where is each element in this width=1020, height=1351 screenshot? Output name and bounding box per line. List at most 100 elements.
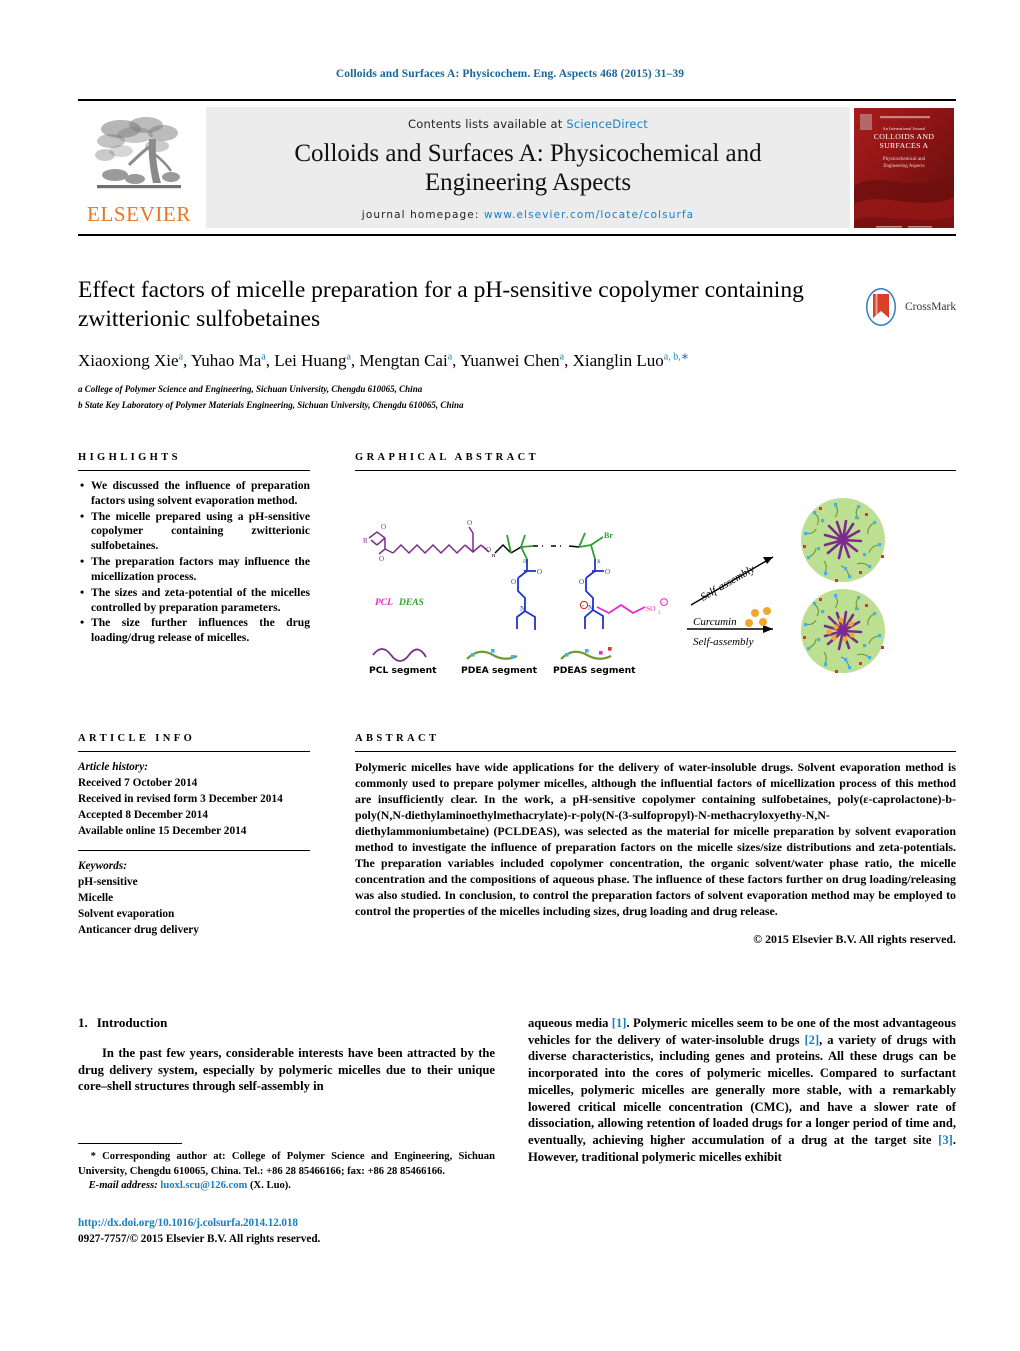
running-head: Colloids and Surfaces A: Physicochem. En…	[335, 68, 685, 80]
crossmark-badge[interactable]: CrossMark	[862, 288, 960, 326]
legend-pdea-dot-2	[491, 649, 495, 653]
highlights-section: HIGHLIGHTS We discussed the influence of…	[78, 452, 310, 647]
abstract-text: Polymeric micelles have wide application…	[355, 760, 956, 918]
list-item: The preparation factors may influence th…	[78, 554, 310, 585]
homepage-label: journal homepage:	[361, 209, 480, 221]
affil-marker: a	[178, 351, 184, 363]
article-history-label: Article history:	[78, 761, 148, 773]
label-N-2: N	[588, 603, 594, 612]
svg-text:An International Journal: An International Journal	[883, 126, 927, 131]
email-label: E-mail address:	[88, 1180, 158, 1192]
text-run: aqueous media	[528, 1016, 612, 1030]
doi-link[interactable]: http://dx.doi.org/10.1016/j.colsurfa.201…	[78, 1217, 298, 1229]
legend-pcl-squiggle	[372, 648, 427, 662]
author-4: Mengtan Caia	[359, 351, 453, 371]
legend-pdeas-dot-4	[608, 647, 612, 651]
journal-homepage-line: journal homepage: www.elsevier.com/locat…	[362, 209, 694, 221]
graphical-abstract-section: GRAPHICAL ABSTRACT R O O O O n m x Br O …	[355, 452, 956, 681]
text-run: , a variety of drugs with diverse charac…	[528, 1032, 956, 1148]
keyword-item: Micelle	[78, 892, 114, 905]
abstract-heading: ABSTRACT	[355, 733, 440, 744]
citation-ref-2[interactable]: [2]	[804, 1033, 819, 1047]
elsevier-wordmark: ELSEVIER	[87, 202, 191, 226]
keywords-block: Keywords: pH-sensitive Micelle Solvent e…	[78, 858, 310, 938]
affiliation-b: b State Key Laboratory of Polymer Materi…	[78, 400, 464, 411]
abstract-section: ABSTRACT Polymeric micelles have wide ap…	[355, 733, 956, 947]
issn-copyright-line: 0927-7757/© 2015 Elsevier B.V. All right…	[78, 1233, 321, 1245]
list-item: We discussed the influence of preparatio…	[78, 478, 310, 509]
label-SO3: SO	[646, 604, 656, 613]
crossmark-label: CrossMark	[905, 301, 957, 313]
copyright-line: © 2015 Elsevier B.V. All rights reserved…	[753, 931, 956, 946]
affiliation-a: a College of Polymer Science and Enginee…	[78, 384, 423, 395]
legend-pdeas-dot-1	[565, 653, 569, 657]
author-list: Xiaoxiong Xiea, Yuhao Maa, Lei Huanga, M…	[78, 351, 690, 371]
page-title: Effect factors of micelle preparation fo…	[78, 277, 804, 333]
label-ester-O-1: O	[511, 578, 516, 586]
footnote-corresponding: Corresponding author at: College of Poly…	[78, 1151, 495, 1177]
elsevier-tree-icon	[95, 117, 181, 189]
footnote-rule	[78, 1143, 182, 1144]
affil-marker: a	[559, 351, 565, 363]
journal-title-line1: Colloids and Surfaces A: Physicochemical…	[294, 140, 762, 167]
self-assembly-arrow-2: Curcumin Self-assembly	[687, 607, 773, 648]
journal-cover-art: An International Journal COLLOIDS AND SU…	[854, 108, 954, 228]
affil-marker: a	[261, 351, 266, 363]
article-info-section: ARTICLE INFO Article history: Received 7…	[78, 733, 310, 938]
journal-band: Contents lists available at ScienceDirec…	[206, 107, 850, 228]
label-carbonyl-O-2: O	[605, 568, 610, 576]
affil-marker: a	[346, 351, 351, 363]
label-N-1: N	[520, 604, 526, 613]
label-x: x	[597, 557, 601, 565]
affil-marker: a, b,∗	[663, 351, 690, 363]
journal-article-page: Colloids and Surfaces A: Physicochem. En…	[0, 0, 1020, 1351]
label-R: R	[363, 537, 368, 545]
history-item: Available online 15 December 2014	[78, 825, 247, 838]
section-number: 1.	[78, 1015, 88, 1030]
contents-label: Contents lists available at	[408, 117, 567, 131]
journal-cover-thumbnail: An International Journal COLLOIDS AND SU…	[854, 108, 954, 228]
email-link[interactable]: luoxl.scu@126.com	[160, 1180, 247, 1191]
curcumin-dot-3	[745, 619, 753, 627]
homepage-url-link[interactable]: www.elsevier.com/locate/colsurfa	[484, 209, 694, 221]
label-O1: O	[381, 523, 386, 531]
list-item: The micelle prepared using a pH-sensitiv…	[78, 509, 310, 554]
pdea-pendant	[516, 559, 536, 630]
legend-label-2: PDEAS segment	[553, 665, 636, 676]
label-O2: O	[379, 555, 384, 563]
keywords-rule	[78, 850, 310, 852]
pdeas-pendant	[584, 559, 604, 629]
keyword-item: Anticancer drug delivery	[78, 924, 199, 937]
section-name: Introduction	[96, 1015, 168, 1030]
highlights-rule	[78, 470, 310, 471]
footnote-star: *	[90, 1151, 96, 1162]
author-5: Yuanwei Chena	[460, 351, 565, 371]
chain-links	[494, 543, 580, 554]
legend-pdea-dot-1	[471, 653, 475, 657]
contents-lists-line: Contents lists available at ScienceDirec…	[408, 117, 648, 131]
label-carbonyl-O-1: O	[537, 568, 542, 576]
legend-pdeas-dot-2	[585, 649, 589, 653]
author-6: Xianglin Luoa, b,∗	[572, 351, 690, 371]
author-3: Lei Huanga	[274, 351, 351, 371]
micelle-loaded	[801, 589, 885, 673]
journal-title-line2: Engineering Aspects	[424, 168, 632, 196]
legend-label-0: PCL segment	[369, 665, 437, 676]
intro-paragraph-col1: In the past few years, considerable inte…	[78, 1046, 495, 1094]
label-SO3-sub: 3	[658, 611, 661, 616]
highlights-list: We discussed the influence of preparatio…	[78, 478, 310, 646]
curcumin-dot-1	[751, 609, 759, 617]
highlights-heading: HIGHLIGHTS	[78, 452, 181, 463]
citation-ref-1[interactable]: [1]	[612, 1016, 627, 1030]
ga-legend: PCL segment PDEA segment PDEAS segment	[369, 647, 636, 676]
label-negative-charge: −	[662, 601, 665, 607]
keyword-item: Solvent evaporation	[78, 908, 175, 921]
svg-text:COLLOIDS AND: COLLOIDS AND	[874, 132, 935, 141]
sciencedirect-link[interactable]: ScienceDirect	[566, 117, 648, 131]
label-positive-charge: +	[582, 605, 585, 610]
arrow-label-self-assembly-1: Self-assembly	[699, 563, 757, 604]
citation-ref-3[interactable]: [3]	[938, 1133, 953, 1147]
legend-pdeas-dot-3	[599, 651, 603, 655]
history-item: Received 7 October 2014	[78, 777, 198, 790]
graphical-abstract-artwork: R O O O O n m x Br O O N O O N + SO 3 − …	[363, 498, 885, 676]
